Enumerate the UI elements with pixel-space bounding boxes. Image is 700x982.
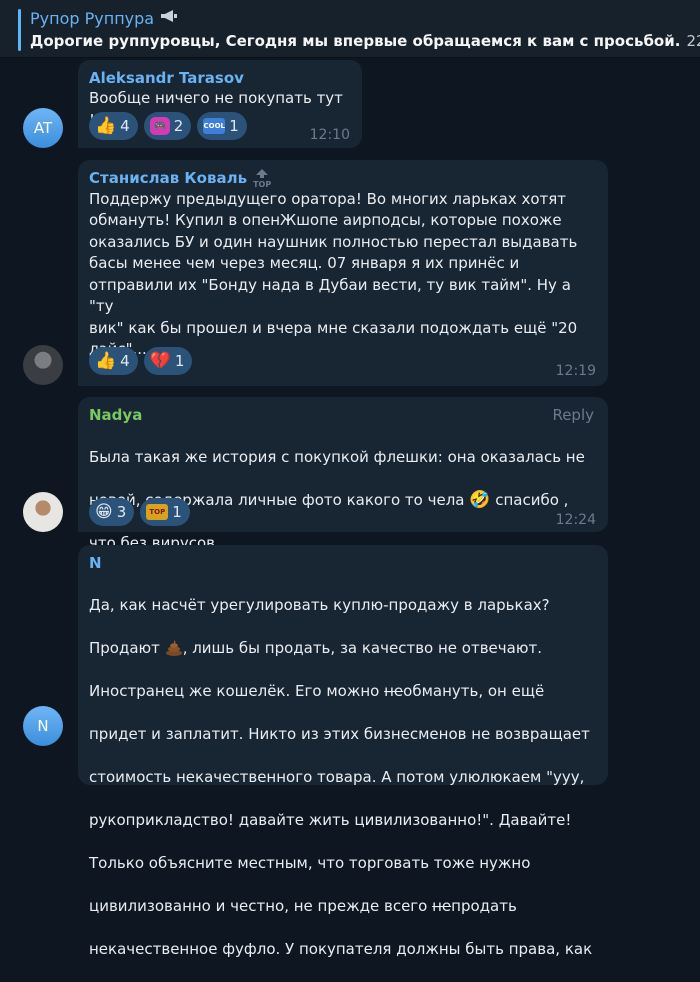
sender-name[interactable]: Станислав Коваль xyxy=(89,169,247,187)
message-time: 12:24 xyxy=(555,512,596,528)
text-line: цивилизованно и честно, не прежде всего … xyxy=(89,896,596,918)
text-segment: продать xyxy=(451,896,517,915)
strikethrough-text: не xyxy=(384,681,404,700)
text-line: некачественное фуфло. У покупателя должн… xyxy=(89,939,593,958)
text-line: Продают , лишь бы продать, за качество н… xyxy=(89,638,596,660)
message-time: 12:19 xyxy=(555,363,596,379)
reactions: 👍 4 💔 1 xyxy=(89,347,193,375)
reaction-count: 1 xyxy=(172,503,182,521)
text-line: Иностранец же кошелёк. Его можно необман… xyxy=(89,681,596,703)
text-line: придет и заплатит. Никто из этих бизнесм… xyxy=(89,724,590,743)
text-segment: спасибо , xyxy=(495,490,569,509)
sender-header: Станислав Коваль TOP xyxy=(89,168,596,189)
reaction-broken-heart[interactable]: 💔 1 xyxy=(143,347,193,375)
broken-heart-icon: 💔 xyxy=(149,351,171,371)
pinned-accent-bar xyxy=(18,9,21,51)
avatar[interactable] xyxy=(23,492,63,532)
poop-emoji-icon xyxy=(165,640,183,656)
avatar-initials: N xyxy=(37,717,49,735)
top-badge-label: TOP xyxy=(253,179,272,189)
sender-name[interactable]: Aleksandr Tarasov xyxy=(89,68,350,88)
cool-icon: COOL xyxy=(203,118,226,134)
message-text: Да, как насчёт урегулировать куплю-прода… xyxy=(89,573,596,982)
avatar[interactable] xyxy=(23,345,63,385)
megaphone-icon xyxy=(160,8,178,28)
message-bubble[interactable]: N Да, как насчёт урегулировать куплю-про… xyxy=(78,545,608,958)
reaction-cool[interactable]: COOL 1 xyxy=(197,112,247,140)
top-badge: TOP xyxy=(253,168,272,189)
text-line: рукоприкладство! давайте жить цивилизова… xyxy=(89,810,572,829)
reaction-grin[interactable]: 😁 3 xyxy=(89,498,135,526)
sender-name[interactable]: Nadya xyxy=(89,405,596,425)
message-bubble[interactable]: Aleksandr Tarasov Вообще ничего не покуп… xyxy=(78,60,362,148)
rofl-emoji-icon: 🤣 xyxy=(469,489,491,510)
reply-button[interactable]: Reply xyxy=(552,406,594,424)
reaction-thumbs-up[interactable]: 👍 4 xyxy=(89,347,138,375)
text-line: Только объясните местным, что торговать … xyxy=(89,853,531,872)
gamepad-icon: 🎮 xyxy=(149,117,170,135)
reaction-thumbs-up[interactable]: 👍 4 xyxy=(89,112,138,140)
grin-icon: 😁 xyxy=(95,502,113,522)
text-segment: цивилизованно и честно, не прежде всего xyxy=(89,896,433,915)
text-line: Да, как насчёт урегулировать куплю-прода… xyxy=(89,595,550,614)
reaction-count: 1 xyxy=(229,117,239,135)
message-text: Поддержу предыдущего оратора! Во многих … xyxy=(89,189,578,359)
reaction-gamepad[interactable]: 🎮 2 xyxy=(143,112,192,140)
pinned-text: Дорогие руппуровцы, Сегодня мы впервые о… xyxy=(30,32,700,50)
reactions: 😁 3 TOP 1 xyxy=(89,498,190,526)
message-bubble[interactable]: Nadya Reply Была такая же история с поку… xyxy=(78,397,608,552)
reaction-count: 3 xyxy=(116,503,127,521)
pinned-channel-name: Рупор Руппура xyxy=(30,9,155,28)
strikethrough-text: не xyxy=(432,896,452,915)
text-segment: Иностранец же кошелёк. Его можно xyxy=(89,681,385,700)
reaction-count: 1 xyxy=(174,352,185,370)
reaction-count: 2 xyxy=(173,117,184,135)
thumbs-up-icon: 👍 xyxy=(95,116,117,136)
thumbs-up-icon: 👍 xyxy=(95,351,117,371)
avatar[interactable]: AT xyxy=(23,108,63,148)
reaction-count: 4 xyxy=(120,352,130,370)
message-bubble[interactable]: Станислав Коваль TOP Поддержу предыдущего… xyxy=(78,160,608,386)
reactions: 👍 4 🎮 2 COOL 1 xyxy=(89,112,247,140)
text-segment: обмануть, он ещё xyxy=(403,681,545,700)
sender-name[interactable]: N xyxy=(89,553,596,573)
message-time: 12:10 xyxy=(309,127,350,143)
top-icon: TOP xyxy=(146,504,169,520)
text-segment: , лишь бы продать, за качество не отвеча… xyxy=(182,638,542,657)
pinned-title: Рупор Руппура xyxy=(30,8,178,28)
text-line: Была такая же история с покупкой флешки:… xyxy=(89,447,585,466)
avatar-initials: AT xyxy=(33,119,53,137)
pinned-message-text: Дорогие руппуровцы, Сегодня мы впервые о… xyxy=(30,32,681,50)
pinned-message-bar[interactable]: Рупор Руппура Дорогие руппуровцы, Сегодн… xyxy=(0,0,700,58)
text-segment: Продают xyxy=(89,638,160,657)
reaction-count: 4 xyxy=(120,117,130,135)
avatar[interactable]: N xyxy=(23,706,63,746)
pinned-date: 22 янв xyxy=(686,32,700,50)
reaction-top[interactable]: TOP 1 xyxy=(140,498,190,526)
